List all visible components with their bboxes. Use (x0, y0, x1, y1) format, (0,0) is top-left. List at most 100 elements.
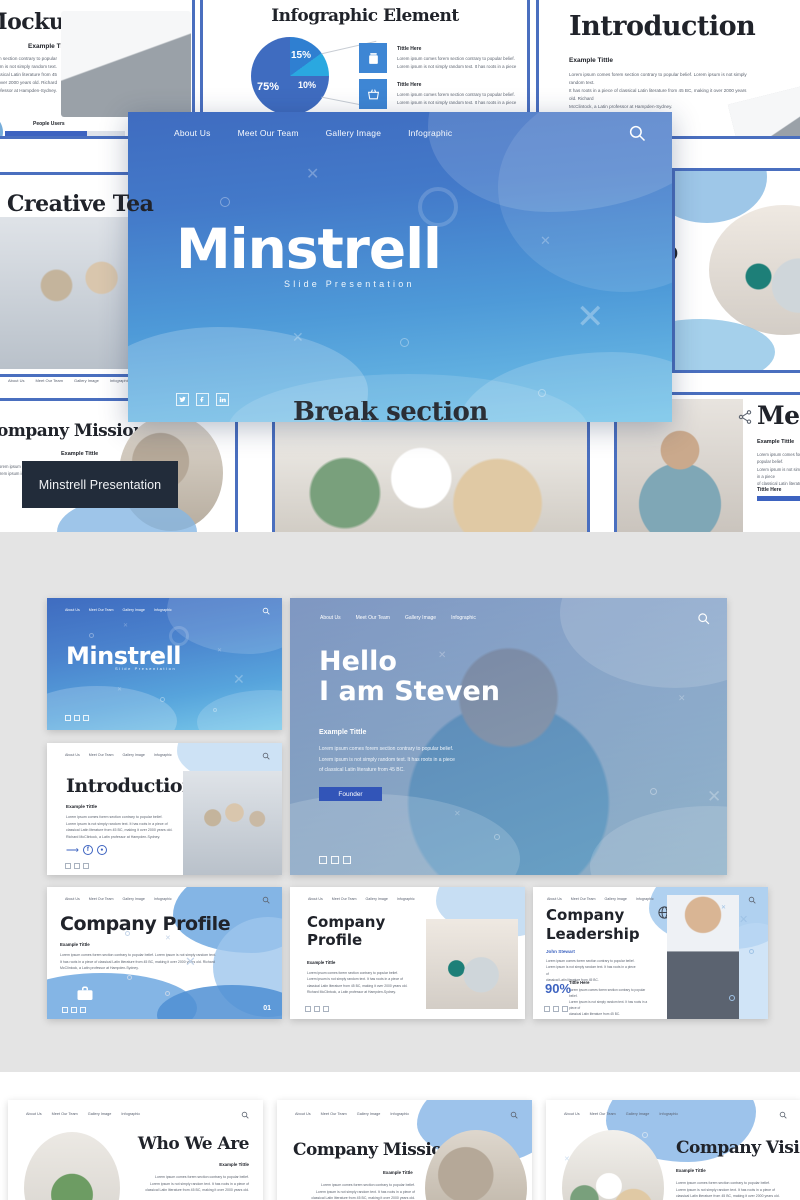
mini-nav[interactable]: About Us Meet Our Team Gallery Image Inf… (65, 753, 172, 757)
search-icon[interactable] (748, 896, 756, 904)
infographic-item[interactable] (359, 43, 387, 73)
mini-nav[interactable]: About Us Meet Our Team Gallery Image Inf… (308, 897, 415, 901)
hero-nav[interactable]: About Us Meet Our Team Gallery Image Inf… (174, 128, 452, 138)
mini-nav-item[interactable]: About Us (26, 1112, 42, 1116)
linkedin-icon[interactable] (80, 1007, 86, 1013)
linkedin-icon[interactable] (83, 863, 89, 869)
infographic-item[interactable] (359, 79, 387, 109)
twitter-icon[interactable] (65, 863, 71, 869)
mini-nav-item[interactable]: Meet Our Team (89, 753, 114, 757)
mini-nav-item[interactable]: Gallery Image (357, 1112, 381, 1116)
facebook-icon[interactable] (314, 1006, 320, 1012)
mini-nav-item[interactable]: Infographic (154, 753, 172, 757)
mini-nav-item[interactable]: Meet Our Team (332, 897, 357, 901)
mini-nav-item[interactable]: About Us (65, 608, 80, 612)
mini-nav[interactable]: About Us Meet Our Team Gallery Image Inf… (65, 897, 172, 901)
search-icon[interactable] (697, 612, 710, 625)
mini-nav[interactable]: About Us Meet Our Team Gallery Image Inf… (295, 1112, 409, 1116)
search-icon[interactable] (262, 896, 270, 904)
facebook-icon[interactable] (553, 1006, 559, 1012)
mini-nav-item[interactable]: Gallery Image (366, 897, 388, 901)
company-profile-wide-card[interactable]: About Us Meet Our Team Gallery Image Inf… (47, 887, 282, 1019)
mini-nav-item[interactable]: Infographic (397, 897, 415, 901)
mini-nav-item[interactable]: Infographic (154, 608, 172, 612)
mini-social-links[interactable] (305, 1006, 329, 1012)
search-icon[interactable] (510, 1111, 518, 1119)
twitter-icon[interactable] (65, 715, 71, 721)
search-icon[interactable] (241, 1111, 249, 1119)
search-icon[interactable] (779, 1111, 787, 1119)
twitter-icon[interactable]: ● (96, 845, 107, 855)
mini-nav-item[interactable]: About Us (564, 1112, 580, 1116)
hero-slide-card[interactable]: ✕ ✕ ✕ ✕ About Us Meet Our Team Gallery I… (128, 112, 672, 422)
mini-social-links[interactable] (65, 863, 89, 869)
mini-nav-item[interactable]: Gallery Image (123, 753, 145, 757)
search-icon[interactable] (628, 124, 646, 142)
who-we-are-card[interactable]: About Us Meet Our Team Gallery Image Inf… (8, 1100, 263, 1200)
mini-nav[interactable]: About Us Meet Our Team Gallery Image Inf… (320, 615, 476, 621)
founder-button[interactable]: Founder (319, 787, 382, 801)
facebook-icon[interactable]: f (82, 845, 93, 855)
mini-nav-item[interactable]: About Us (65, 897, 80, 901)
company-vision-card[interactable]: About Us Meet Our Team Gallery Image Inf… (546, 1100, 800, 1200)
mini-social-links[interactable] (62, 1007, 86, 1013)
mini-nav-item[interactable]: Gallery Image (605, 897, 627, 901)
twitter-icon[interactable] (319, 856, 327, 864)
slide-infographic-element[interactable]: Infographic Element 75% 15% 10% Tittle H… (200, 0, 530, 119)
company-profile-card[interactable]: About Us Meet Our Team Gallery Image Inf… (290, 887, 525, 1019)
twitter-icon[interactable] (176, 393, 189, 406)
twitter-icon[interactable] (305, 1006, 311, 1012)
linkedin-icon[interactable] (323, 1006, 329, 1012)
mini-social-links[interactable] (319, 856, 351, 864)
mini-nav-item[interactable]: Gallery Image (123, 608, 145, 612)
mini-nav-item[interactable]: Infographic (636, 897, 654, 901)
mini-nav-item[interactable]: Infographic (154, 897, 172, 901)
hero-social-links[interactable] (176, 393, 229, 406)
search-icon[interactable] (262, 752, 270, 760)
intro-icon-row[interactable]: ⟶ f ● (66, 845, 107, 855)
mini-nav-item[interactable]: Gallery Image (88, 1112, 112, 1116)
mini-nav-item[interactable]: Meet Our Team (571, 897, 596, 901)
mini-nav-item[interactable]: About Us (65, 753, 80, 757)
facebook-icon[interactable] (196, 393, 209, 406)
mini-nav[interactable]: About Us Meet Our Team Gallery Image Inf… (8, 378, 130, 383)
mini-nav-item[interactable]: Infographic (121, 1112, 140, 1116)
linkedin-icon[interactable] (83, 715, 89, 721)
mini-nav-item[interactable]: Meet Our Team (321, 1112, 347, 1116)
mini-nav[interactable]: About Us Meet Our Team Gallery Image Inf… (564, 1112, 678, 1116)
mini-nav-item[interactable]: Gallery Image (626, 1112, 650, 1116)
mini-social-links[interactable] (65, 715, 89, 721)
facebook-icon[interactable] (74, 715, 80, 721)
facebook-icon[interactable] (71, 1007, 77, 1013)
hello-steven-card[interactable]: About Us Meet Our Team Gallery Image Inf… (290, 598, 727, 875)
facebook-icon[interactable] (74, 863, 80, 869)
facebook-icon[interactable] (331, 856, 339, 864)
linkedin-icon[interactable] (343, 856, 351, 864)
company-leadership-card[interactable]: About Us Meet Our Team Gallery Image Inf… (533, 887, 768, 1019)
mini-nav-item[interactable]: Gallery Image (123, 897, 145, 901)
twitter-icon[interactable] (62, 1007, 68, 1013)
mini-nav-item[interactable]: Infographic (659, 1112, 678, 1116)
mini-nav-item[interactable]: Gallery Image (74, 378, 99, 383)
mini-nav-item[interactable]: Meet Our Team (356, 615, 390, 621)
mini-nav-item[interactable]: Meet Our Team (89, 608, 114, 612)
nav-item-meet-our-team[interactable]: Meet Our Team (238, 128, 299, 138)
mini-nav[interactable]: About Us Meet Our Team Gallery Image Inf… (65, 608, 172, 612)
mini-nav-item[interactable]: About Us (308, 897, 323, 901)
mini-nav-item[interactable]: About Us (295, 1112, 311, 1116)
mini-nav[interactable]: About Us Meet Our Team Gallery Image Inf… (547, 897, 654, 901)
minstrell-cover-card[interactable]: About Us Meet Our Team Gallery Image Inf… (47, 598, 282, 730)
company-mission-card[interactable]: About Us Meet Our Team Gallery Image Inf… (277, 1100, 532, 1200)
mini-nav-item[interactable]: Meet Our Team (35, 378, 63, 383)
mini-nav-item[interactable]: About Us (547, 897, 562, 901)
mini-nav-item[interactable]: Infographic (110, 378, 130, 383)
introduction-card[interactable]: About Us Meet Our Team Gallery Image Inf… (47, 743, 282, 875)
nav-item-about-us[interactable]: About Us (174, 128, 211, 138)
mini-nav[interactable]: About Us Meet Our Team Gallery Image Inf… (26, 1112, 140, 1116)
nav-item-infographic[interactable]: Infographic (408, 128, 452, 138)
mini-nav-item[interactable]: Infographic (451, 615, 476, 621)
mini-nav-item[interactable]: Meet Our Team (590, 1112, 616, 1116)
linkedin-icon[interactable] (562, 1006, 568, 1012)
mini-nav-item[interactable]: Infographic (390, 1112, 409, 1116)
mini-nav-item[interactable]: About Us (320, 615, 341, 621)
